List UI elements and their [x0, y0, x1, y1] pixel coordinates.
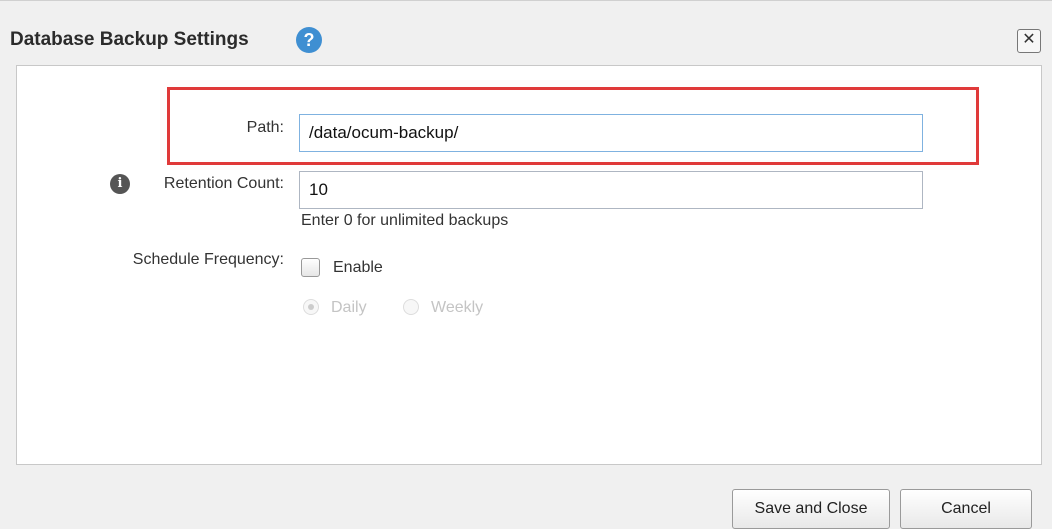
weekly-radio: [403, 299, 419, 315]
close-icon: ✕: [1022, 31, 1036, 48]
enable-checkbox[interactable]: [301, 258, 320, 277]
save-and-close-button[interactable]: Save and Close: [732, 489, 890, 529]
path-label: Path:: [246, 119, 284, 136]
info-icon: i: [110, 174, 130, 194]
weekly-label: Weekly: [431, 299, 484, 316]
enable-label: Enable: [333, 259, 383, 276]
daily-radio: [303, 299, 319, 315]
retention-count-label: Retention Count:: [163, 175, 284, 192]
schedule-frequency-label: Schedule Frequency:: [132, 251, 284, 268]
path-input[interactable]: [299, 114, 923, 152]
help-icon[interactable]: ?: [296, 27, 322, 53]
close-button[interactable]: ✕: [1017, 29, 1041, 53]
dialog-title: Database Backup Settings: [10, 29, 249, 50]
retention-hint: Enter 0 for unlimited backups: [301, 212, 509, 229]
cancel-button[interactable]: Cancel: [900, 489, 1032, 529]
database-backup-settings-dialog: Database Backup Settings ? ✕ Path: i Ret…: [0, 0, 1052, 529]
retention-count-input[interactable]: [299, 171, 923, 209]
daily-label: Daily: [331, 299, 367, 316]
